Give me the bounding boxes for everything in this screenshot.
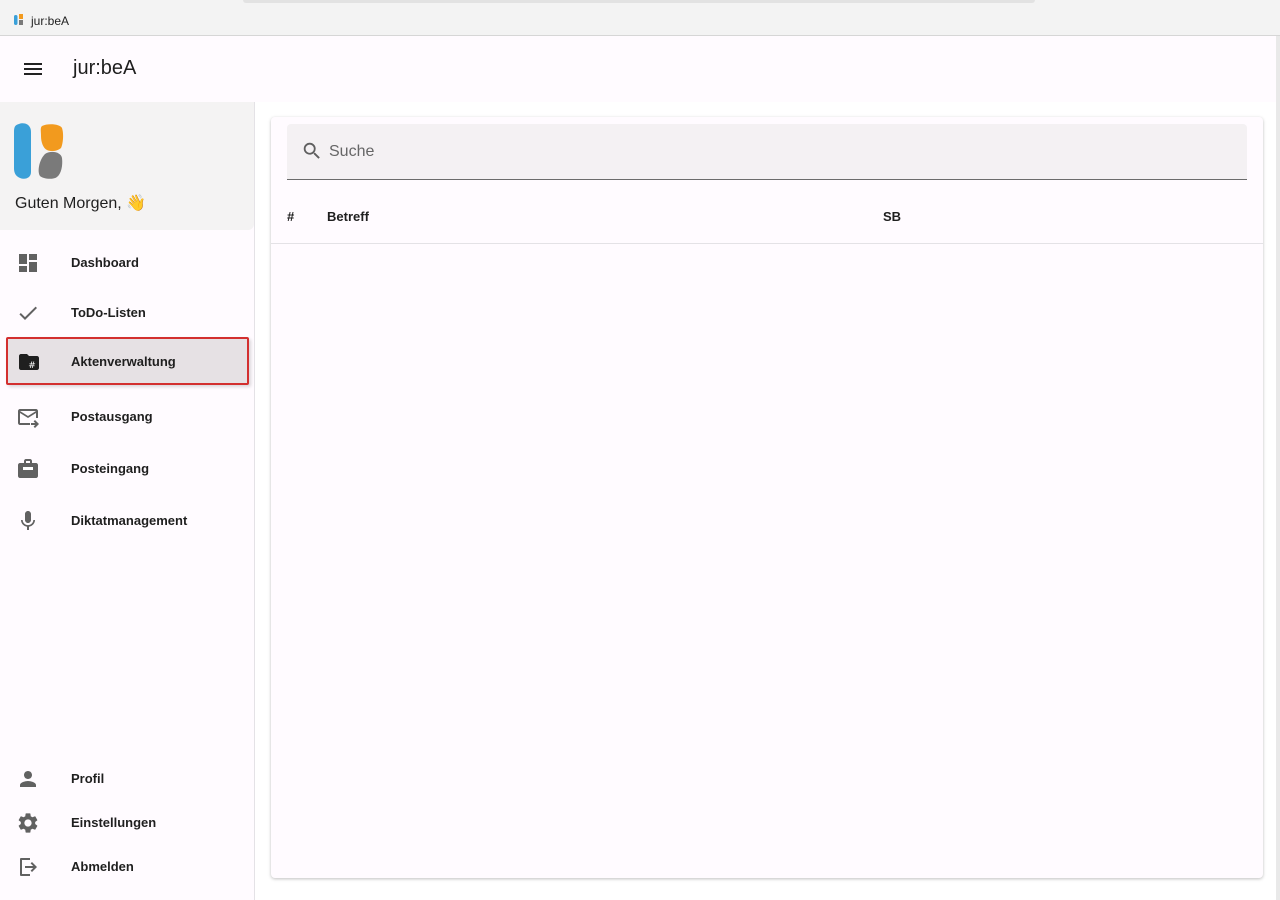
folder-hash-icon: #	[19, 354, 39, 371]
svg-text:#: #	[28, 361, 36, 371]
check-icon	[19, 306, 37, 320]
column-header-betreff[interactable]: Betreff	[327, 209, 369, 224]
sidebar-item-aktenverwaltung[interactable]: # Aktenverwaltung	[6, 337, 249, 385]
search-input[interactable]	[329, 138, 1209, 166]
sidebar-item-diktatmanagement[interactable]: Diktatmanagement	[0, 497, 254, 545]
app-logo-icon	[14, 123, 64, 179]
sidebar-item-posteingang[interactable]: Posteingang	[0, 445, 254, 493]
app-bar: jur:beA	[0, 36, 1280, 102]
sidebar-item-label: ToDo-Listen	[71, 305, 146, 320]
sidebar-item-label: Profil	[71, 771, 105, 786]
sidebar-item-label: Diktatmanagement	[71, 513, 188, 528]
app-title: jur:beA	[73, 57, 137, 79]
greeting-text: Guten Morgen, 👋	[15, 195, 147, 212]
window-right-edge	[1276, 36, 1280, 900]
table-header-row: # Betreff SB	[271, 192, 1263, 244]
sidebar-item-dashboard[interactable]: Dashboard	[0, 239, 254, 287]
sidebar: Guten Morgen, 👋 Dashboard ToDo-Listen # …	[0, 102, 255, 900]
sidebar-item-label: Postausgang	[71, 409, 153, 424]
window-titlebar: jur:beA	[0, 0, 1280, 36]
logout-icon	[20, 858, 37, 876]
sidebar-item-postausgang[interactable]: Postausgang	[0, 393, 254, 441]
sidebar-item-profil[interactable]: Profil	[0, 755, 254, 803]
column-header-number[interactable]: #	[287, 209, 294, 224]
sidebar-item-label: Aktenverwaltung	[71, 354, 176, 369]
microphone-icon	[21, 511, 35, 530]
sidebar-item-abmelden[interactable]: Abmelden	[0, 843, 254, 891]
sidebar-item-label: Abmelden	[71, 859, 134, 874]
sidebar-item-label: Dashboard	[71, 255, 139, 270]
hamburger-menu-icon	[24, 63, 42, 75]
greeting-card: Guten Morgen, 👋	[0, 102, 254, 230]
search-field[interactable]	[287, 124, 1247, 180]
titlebar-tab-strip	[243, 0, 1035, 3]
sidebar-item-todo-listen[interactable]: ToDo-Listen	[0, 289, 254, 337]
mail-outgoing-icon	[18, 409, 39, 428]
column-header-sb[interactable]: SB	[883, 209, 901, 224]
hamburger-menu-button[interactable]	[14, 50, 52, 88]
inbox-icon	[18, 459, 38, 478]
window-title: jur:beA	[31, 14, 70, 28]
dashboard-icon	[19, 254, 37, 272]
akten-list-card: # Betreff SB	[271, 117, 1263, 878]
search-icon	[303, 142, 320, 159]
person-icon	[20, 771, 36, 787]
sidebar-item-label: Posteingang	[71, 461, 150, 476]
app-logo-small-icon	[14, 14, 23, 25]
gear-icon	[18, 813, 38, 833]
sidebar-item-einstellungen[interactable]: Einstellungen	[0, 799, 254, 847]
sidebar-item-label: Einstellungen	[71, 815, 157, 830]
